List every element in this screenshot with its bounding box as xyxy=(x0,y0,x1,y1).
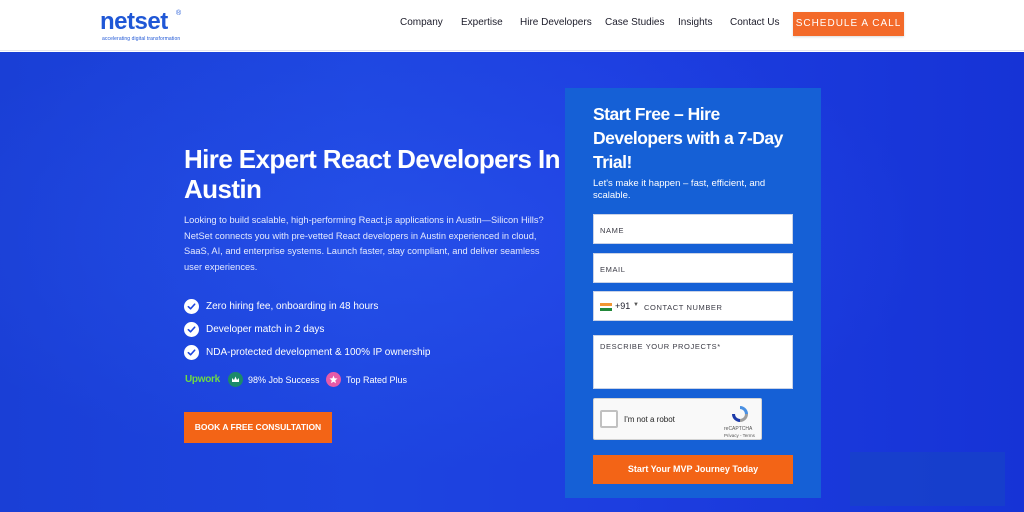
hero-section: Hire Expert React Developers In Austin L… xyxy=(0,52,1024,512)
submit-button[interactable]: Start Your MVP Journey Today xyxy=(593,455,793,484)
nav-expertise[interactable]: Expertise xyxy=(461,17,503,28)
projects-textarea[interactable]: DESCRIBE YOUR PROJECTS* xyxy=(593,335,793,389)
recaptcha-label: I'm not a robot xyxy=(624,415,675,424)
upwork-logo: Upwork xyxy=(185,374,220,385)
form-title: Start Free – Hire Developers with a 7-Da… xyxy=(593,104,783,172)
recaptcha-icon xyxy=(732,406,748,422)
top-rated-icon xyxy=(326,372,341,387)
email-field[interactable]: EMAIL xyxy=(593,253,793,283)
name-field[interactable]: NAME xyxy=(593,214,793,244)
logo-wordmark: netset xyxy=(100,8,168,35)
top-rated-text: Top Rated Plus xyxy=(346,375,408,385)
book-consultation-button[interactable]: BOOK A FREE CONSULTATION xyxy=(184,412,332,443)
form-subtitle: Let's make it happen – fast, efficient, … xyxy=(593,178,766,201)
email-placeholder: EMAIL xyxy=(600,265,626,274)
site-header: netset ® accelerating digital transforma… xyxy=(0,0,1024,51)
recaptcha-brand: reCAPTCHA xyxy=(724,426,753,432)
recaptcha-widget: I'm not a robot reCAPTCHA Privacy - Term… xyxy=(593,398,762,440)
nav-insights[interactable]: Insights xyxy=(678,17,712,28)
job-success-text: 98% Job Success xyxy=(248,375,320,385)
hero-description: Looking to build scalable, high-performi… xyxy=(184,215,544,272)
nav-hire-developers[interactable]: Hire Developers xyxy=(520,17,592,28)
india-flag-icon[interactable] xyxy=(600,303,612,311)
chat-widget-placeholder xyxy=(850,452,1005,506)
country-code[interactable]: +91 xyxy=(615,301,630,311)
phone-field[interactable]: +91 ▼ CONTACT NUMBER xyxy=(593,291,793,321)
logo-registered-mark: ® xyxy=(176,10,182,17)
hero-title: Hire Expert React Developers In Austin xyxy=(184,144,561,204)
benefit-text: NDA-protected development & 100% IP owne… xyxy=(206,347,431,358)
chevron-down-icon[interactable]: ▼ xyxy=(633,302,639,308)
trial-form-card: Start Free – Hire Developers with a 7-Da… xyxy=(565,88,821,498)
nav-case-studies[interactable]: Case Studies xyxy=(605,17,664,28)
nav-contact-us[interactable]: Contact Us xyxy=(730,17,779,28)
schedule-call-button[interactable]: SCHEDULE A CALL xyxy=(793,12,904,36)
check-circle-icon xyxy=(184,345,199,360)
logo-tagline: accelerating digital transformation xyxy=(102,36,181,42)
netset-logo[interactable]: netset ® accelerating digital transforma… xyxy=(100,8,190,44)
check-circle-icon xyxy=(184,322,199,337)
projects-placeholder: DESCRIBE YOUR PROJECTS* xyxy=(600,342,721,351)
benefit-text: Developer match in 2 days xyxy=(206,324,325,335)
nav-company[interactable]: Company xyxy=(400,17,443,28)
benefit-text: Zero hiring fee, onboarding in 48 hours xyxy=(206,301,379,312)
recaptcha-links[interactable]: Privacy - Terms xyxy=(724,433,755,438)
phone-placeholder: CONTACT NUMBER xyxy=(644,303,723,312)
name-placeholder: NAME xyxy=(600,226,625,235)
job-success-icon xyxy=(228,372,243,387)
recaptcha-checkbox[interactable] xyxy=(600,410,618,428)
check-circle-icon xyxy=(184,299,199,314)
